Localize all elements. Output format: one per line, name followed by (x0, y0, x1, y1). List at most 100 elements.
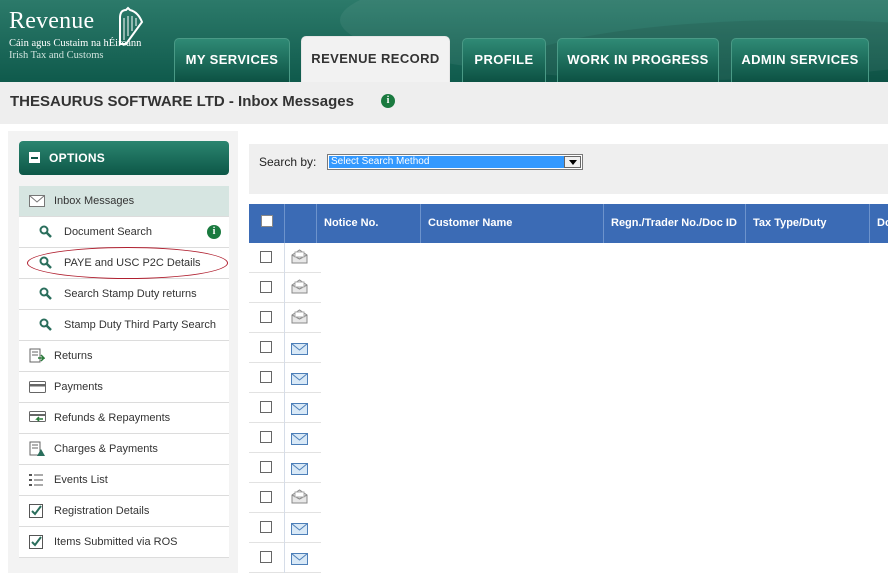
sidebar-item-items-submitted-ros[interactable]: Items Submitted via ROS (19, 527, 229, 558)
tab-my-services[interactable]: MY SERVICES (174, 38, 290, 82)
sidebar-item-label: Returns (54, 350, 93, 362)
column-divider (284, 303, 285, 333)
column-divider (284, 543, 285, 573)
table-row[interactable] (249, 393, 321, 423)
table-row[interactable] (249, 543, 321, 573)
table-row[interactable] (249, 423, 321, 453)
column-divider (284, 363, 285, 393)
envelope-icon[interactable] (291, 462, 308, 480)
tab-work-in-progress[interactable]: WORK IN PROGRESS (557, 38, 719, 82)
sidebar-item-returns[interactable]: Returns (19, 341, 229, 372)
tab-admin-services[interactable]: ADMIN SERVICES (731, 38, 869, 82)
envelope-icon (29, 195, 45, 207)
checkbox-icon (29, 504, 43, 518)
checkbox-icon (29, 535, 43, 549)
envelope-open-icon[interactable] (291, 309, 308, 329)
revenue-logo[interactable]: Revenue Cáin agus Custaim na hÉireann Ir… (9, 6, 144, 62)
charges-icon (29, 441, 45, 456)
row-checkbox[interactable] (260, 521, 272, 533)
row-checkbox[interactable] (260, 371, 272, 383)
sidebar-item-label: Inbox Messages (54, 195, 135, 207)
select-all-column (249, 204, 285, 243)
brand-title: Revenue (9, 8, 95, 34)
sidebar-item-label: Refunds & Repayments (54, 412, 171, 424)
column-notice-no[interactable]: Notice No. (317, 204, 421, 243)
row-checkbox[interactable] (260, 491, 272, 503)
table-row[interactable] (249, 303, 321, 333)
sidebar-item-search-stamp-duty-returns[interactable]: Search Stamp Duty returns (19, 279, 229, 310)
sidebar-item-label: Stamp Duty Third Party Search (64, 319, 217, 331)
envelope-icon[interactable] (291, 522, 308, 540)
table-row[interactable] (249, 273, 321, 303)
search-method-value: Select Search Method (329, 156, 564, 168)
grid-header: Notice No. Customer Name Regn./Trader No… (249, 204, 888, 243)
envelope-icon[interactable] (291, 372, 308, 390)
envelope-icon[interactable] (291, 342, 308, 360)
sidebar-item-label: Charges & Payments (54, 443, 158, 455)
table-row[interactable] (249, 453, 321, 483)
search-icon (39, 225, 52, 238)
row-checkbox[interactable] (260, 551, 272, 563)
envelope-open-icon[interactable] (291, 249, 308, 269)
highlight-oval (27, 247, 228, 279)
returns-icon (29, 348, 45, 363)
column-divider (284, 243, 285, 273)
column-divider (284, 483, 285, 513)
row-checkbox[interactable] (260, 341, 272, 353)
sidebar-item-inbox-messages[interactable]: Inbox Messages (19, 186, 229, 217)
envelope-open-icon[interactable] (291, 489, 308, 509)
main-content (238, 131, 888, 573)
column-customer-name[interactable]: Customer Name (421, 204, 604, 243)
table-row[interactable] (249, 363, 321, 393)
table-row[interactable] (249, 483, 321, 513)
sidebar-item-label: Registration Details (54, 505, 150, 517)
payment-card-icon (29, 381, 46, 393)
title-bar: THESAURUS SOFTWARE LTD - Inbox Messages (0, 82, 888, 124)
brand-subtitle-english: Irish Tax and Customs (9, 50, 104, 61)
column-divider (284, 333, 285, 363)
sidebar-item-events-list[interactable]: Events List (19, 465, 229, 496)
harp-icon (119, 6, 144, 45)
sidebar-item-payments[interactable]: Payments (19, 372, 229, 403)
table-row[interactable] (249, 333, 321, 363)
row-checkbox[interactable] (260, 401, 272, 413)
sidebar-item-label: Payments (54, 381, 103, 393)
envelope-icon[interactable] (291, 432, 308, 450)
column-tax-type-duty[interactable]: Tax Type/Duty (746, 204, 870, 243)
row-checkbox[interactable] (260, 281, 272, 293)
envelope-icon[interactable] (291, 552, 308, 570)
column-divider (284, 513, 285, 543)
sidebar-item-label: Events List (54, 474, 108, 486)
row-checkbox[interactable] (260, 431, 272, 443)
info-icon[interactable]: i (207, 225, 221, 239)
sidebar-item-stamp-duty-third-party[interactable]: Stamp Duty Third Party Search (19, 310, 229, 341)
table-row[interactable] (249, 243, 321, 273)
search-by-label: Search by: (259, 155, 317, 169)
column-divider (284, 453, 285, 483)
row-checkbox[interactable] (260, 251, 272, 263)
search-method-select[interactable]: Select Search Method (327, 154, 583, 170)
tab-revenue-record[interactable]: REVENUE RECORD (301, 36, 450, 82)
chevron-down-icon[interactable] (564, 156, 581, 168)
info-icon[interactable]: i (381, 94, 395, 108)
options-toggle-button[interactable]: OPTIONS (19, 141, 229, 175)
sidebar-item-label: Items Submitted via ROS (54, 536, 178, 548)
collapse-icon (29, 152, 40, 163)
sidebar-item-document-search[interactable]: Document Search i (19, 217, 229, 248)
sidebar-item-registration-details[interactable]: Registration Details (19, 496, 229, 527)
column-do[interactable]: Do (870, 204, 888, 243)
select-all-checkbox[interactable] (261, 215, 273, 227)
sidebar-item-charges-payments[interactable]: Charges & Payments (19, 434, 229, 465)
read-status-column (285, 204, 317, 243)
sidebar-item-label: Search Stamp Duty returns (64, 288, 197, 300)
column-regn-trader-no[interactable]: Regn./Trader No./Doc ID (604, 204, 746, 243)
row-checkbox[interactable] (260, 461, 272, 473)
sidebar-item-refunds-repayments[interactable]: Refunds & Repayments (19, 403, 229, 434)
row-checkbox[interactable] (260, 311, 272, 323)
envelope-icon[interactable] (291, 402, 308, 420)
column-divider (284, 423, 285, 453)
tab-profile[interactable]: PROFILE (462, 38, 546, 82)
search-icon (39, 287, 52, 300)
table-row[interactable] (249, 513, 321, 543)
envelope-open-icon[interactable] (291, 279, 308, 299)
